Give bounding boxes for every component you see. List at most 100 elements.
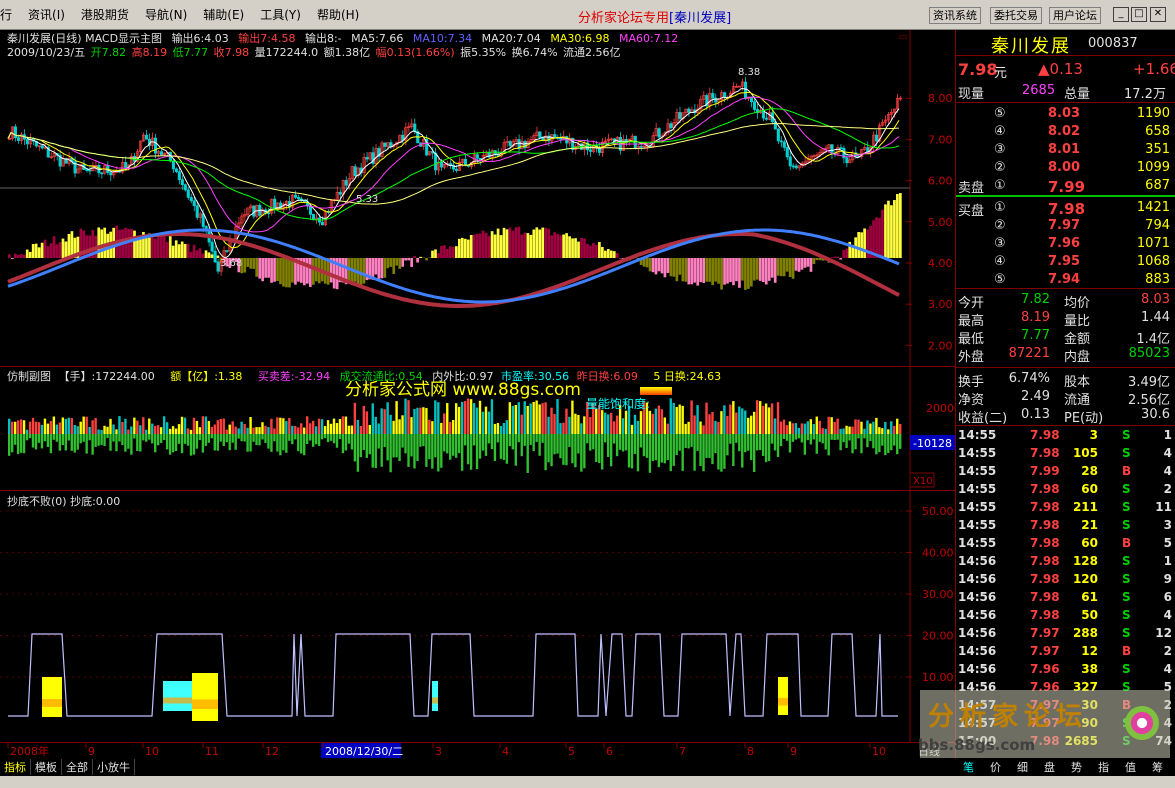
vol-bar-down: [422, 434, 425, 447]
vol-bar-down: [487, 434, 491, 444]
macd-bar: [380, 258, 384, 279]
tab-template[interactable]: 模板: [31, 759, 62, 775]
tab-xiaofangniu[interactable]: 小放牛: [93, 759, 135, 775]
rtab-price[interactable]: 价: [982, 759, 1009, 775]
vol-bar-down: [109, 434, 112, 451]
macd-bar: [505, 229, 509, 258]
float-label: 流通2.56亿: [563, 46, 621, 59]
vol-bar-down: [222, 434, 225, 447]
vol-bar-down: [115, 434, 118, 452]
trade-button[interactable]: 委托交易: [990, 7, 1042, 24]
vol-bar-up: [726, 415, 729, 434]
macd-bar: [207, 252, 211, 258]
rtab-chips[interactable]: 筹: [1144, 759, 1171, 775]
vol-bar-down: [526, 434, 529, 473]
vol-bar-up: [639, 411, 643, 434]
stat-key: 外盘: [958, 350, 985, 365]
rtab-ticks[interactable]: 笔: [955, 759, 982, 775]
vol-bar-up: [365, 411, 368, 434]
vol-bar-down: [276, 434, 279, 452]
vol-bar-up: [678, 404, 681, 434]
tot-vol-label: 总量: [1064, 87, 1091, 102]
stat-key: 最低: [958, 332, 985, 347]
menu-item-file[interactable]: 行: [0, 6, 20, 23]
indicator-pane[interactable]: 50.00 40.00 30.00 20.00 10.00 抄底不败(0) 抄底:0.0…: [0, 490, 955, 743]
vol-bar-up: [329, 423, 333, 434]
stat-value2: 1.4亿: [1136, 332, 1170, 347]
candle-body: [320, 221, 324, 226]
menu-item-help[interactable]: 帮助(H): [309, 6, 367, 23]
vol-bar-up: [815, 416, 818, 434]
close-icon[interactable]: ✕: [1150, 7, 1166, 22]
vol-bar-up: [654, 408, 658, 434]
volume-pane[interactable]: 20000 -10128 X10 仿制副图 【手】:172244.00 额【亿】:1…: [0, 366, 961, 491]
stat-value2: 1.44: [1141, 310, 1170, 325]
saturation-label: 量能饱和度:: [586, 397, 651, 411]
tab-indicator[interactable]: 指标: [0, 759, 31, 775]
macd-bar: [776, 258, 780, 276]
price-chart-pane[interactable]: 8.00 7.00 6.00 5.00 4.00 3.00 2.00 8.38 3.68 5.33…: [0, 30, 955, 366]
tick-row: 14:55 7.98 105 S 4: [956, 446, 1175, 464]
vol-bar-down: [76, 434, 79, 450]
vol-bar-up: [350, 425, 354, 434]
tab-all[interactable]: 全部: [62, 759, 93, 775]
vol-bar-down: [22, 434, 26, 454]
vol-bar-down: [374, 434, 377, 468]
vol-bar-up: [568, 416, 571, 434]
vol-bar-up: [630, 424, 634, 434]
menu-item-info[interactable]: 资讯(I): [20, 6, 73, 23]
bid-vol: 794: [1145, 218, 1170, 233]
minimize-icon[interactable]: _: [1113, 7, 1129, 22]
news-system-button[interactable]: 资讯系统: [929, 7, 981, 24]
tick-vol: 61: [1081, 590, 1098, 604]
vol-bar-up: [353, 402, 357, 434]
vol-bar-down: [198, 434, 202, 441]
maximize-icon[interactable]: □: [1131, 7, 1147, 22]
vol-bar-down: [112, 434, 115, 442]
vol-bar-down: [711, 434, 714, 465]
tick-side: B: [1122, 698, 1132, 712]
forum-button[interactable]: 用户论坛: [1049, 7, 1101, 24]
vol-bar-down: [428, 434, 431, 460]
vol-bar-up: [326, 420, 330, 434]
tick-side: S: [1122, 554, 1131, 568]
pane-toggle-icon[interactable]: ▭: [898, 32, 907, 43]
tick-price: 7.97: [1030, 644, 1060, 658]
vol-bar-up: [422, 407, 425, 434]
tick-vol: 12: [1081, 644, 1098, 658]
vol-bar-down: [145, 434, 148, 442]
vol-bar-up: [341, 416, 345, 434]
vol-bar-up: [46, 423, 50, 434]
vol-bar-down: [291, 434, 294, 445]
rtab-book[interactable]: 盘: [1036, 759, 1063, 775]
vol-bar-up: [493, 423, 497, 434]
rtab-index[interactable]: 指: [1090, 759, 1117, 775]
menu-item-nav[interactable]: 导航(N): [137, 6, 195, 23]
vol-bar-up: [866, 420, 869, 434]
macd-bar: [669, 258, 673, 277]
vol-bar-down: [264, 434, 267, 443]
vol-bar-down: [94, 434, 97, 447]
vol-bar-down: [52, 434, 56, 440]
rtab-detail[interactable]: 细: [1009, 759, 1036, 775]
macd-bar: [431, 250, 434, 258]
macd-bar: [383, 258, 387, 278]
x-axis-label: 12: [265, 745, 279, 758]
vol-bar-down: [753, 434, 756, 472]
candle-body: [279, 202, 283, 210]
vol-bar-up: [604, 412, 607, 434]
vol-bar-down: [708, 434, 711, 458]
vol-bar-down: [875, 434, 878, 455]
menu-item-aux[interactable]: 辅助(E): [195, 6, 252, 23]
vol-bar-up: [478, 400, 482, 434]
menu-item-tools[interactable]: 工具(Y): [252, 6, 309, 23]
vol-bar-down: [234, 434, 237, 450]
menu-item-futures[interactable]: 港股期货: [73, 6, 137, 23]
vol-bar-down: [165, 434, 169, 450]
vol-bar-down: [586, 434, 589, 444]
candle-body: [624, 138, 628, 142]
vol-bar-up: [332, 418, 336, 434]
rtab-value[interactable]: 值: [1117, 759, 1144, 775]
vol-bar-up: [222, 418, 225, 434]
rtab-trend[interactable]: 势: [1063, 759, 1090, 775]
